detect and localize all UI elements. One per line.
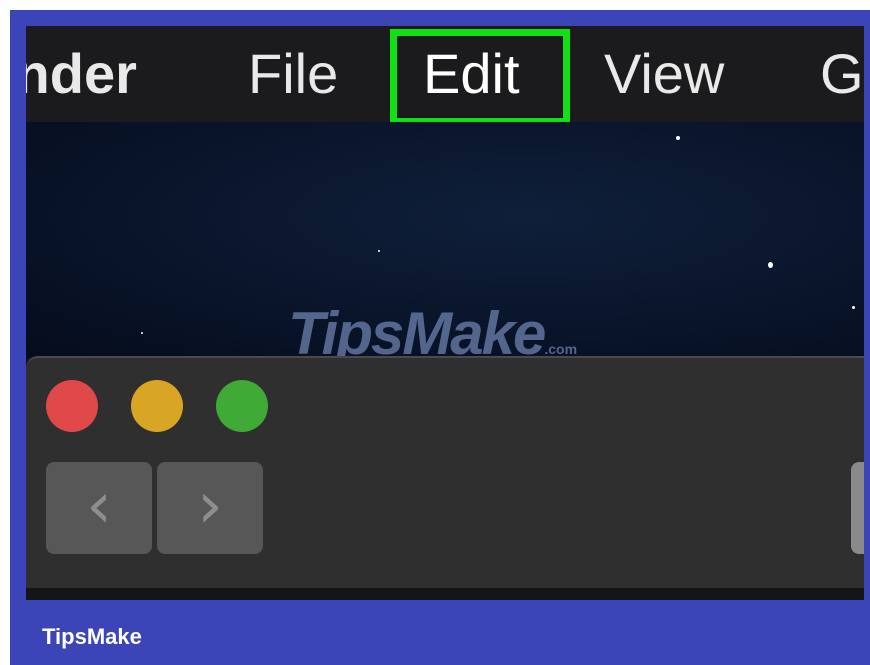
menu-file[interactable]: File <box>248 26 338 122</box>
finder-window: ‹ › <box>26 356 864 600</box>
star <box>676 136 680 140</box>
star <box>768 262 773 268</box>
zoom-button[interactable] <box>216 380 268 432</box>
footer-brand: TipsMake <box>42 624 142 649</box>
menu-finder[interactable]: inder <box>26 26 137 122</box>
watermark-suffix: .com <box>544 341 578 357</box>
menu-bar: inder File Edit View G <box>26 26 864 125</box>
screen: inder File Edit View G TipsMake.com ‹ › <box>26 26 864 600</box>
menu-go[interactable]: G <box>820 26 864 122</box>
close-button[interactable] <box>46 380 98 432</box>
window-bottom-edge <box>26 588 864 600</box>
back-button[interactable]: ‹ <box>46 462 152 554</box>
chevron-right-icon: › <box>197 469 223 543</box>
star <box>378 250 380 252</box>
star <box>852 306 855 309</box>
image-frame: inder File Edit View G TipsMake .com ‹ › <box>0 0 870 665</box>
minimize-button[interactable] <box>131 380 183 432</box>
chevron-left-icon: ‹ <box>86 469 112 543</box>
edit-highlight-box <box>390 29 570 125</box>
star <box>141 332 143 334</box>
forward-button[interactable]: › <box>157 462 263 554</box>
toolbar-button-partial[interactable] <box>851 462 864 554</box>
menu-view[interactable]: View <box>604 26 724 122</box>
